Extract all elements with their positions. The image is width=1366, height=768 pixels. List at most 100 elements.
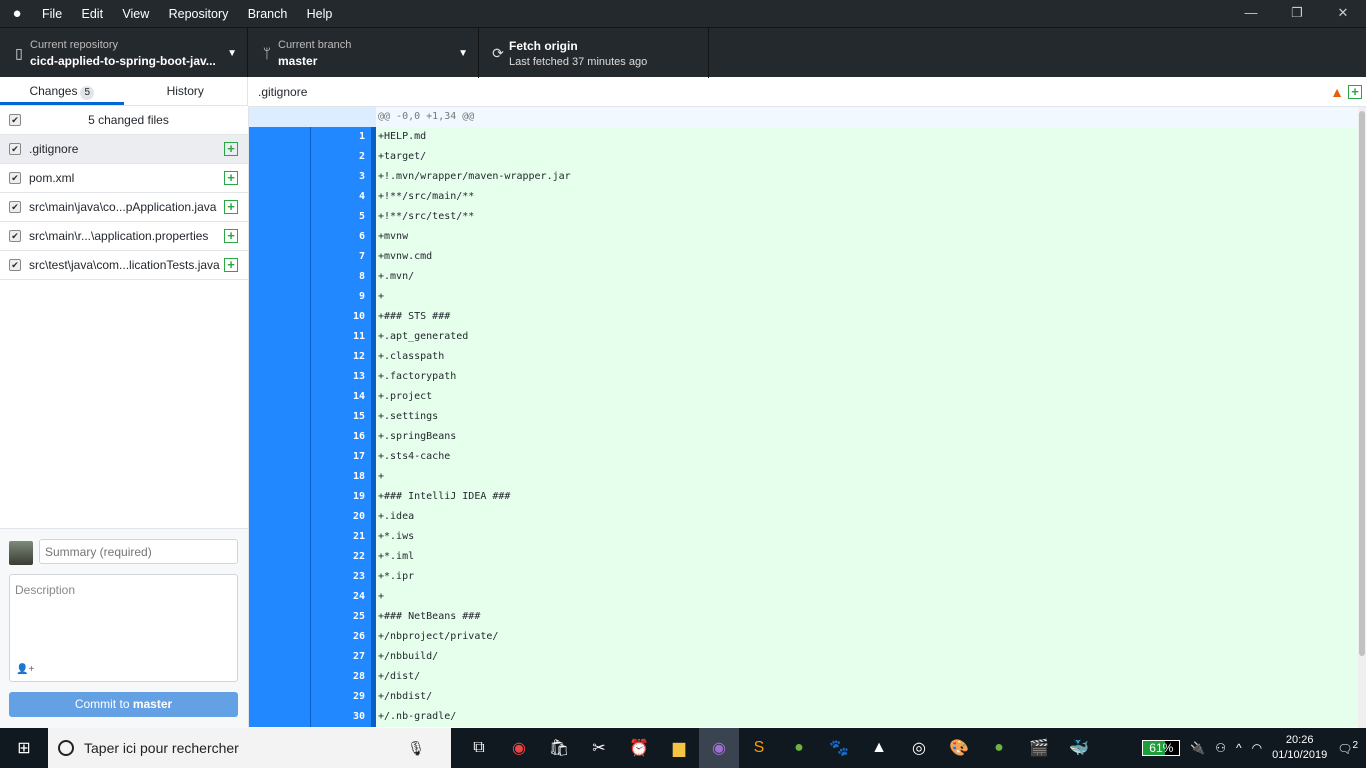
old-line-number[interactable] — [249, 567, 311, 587]
task-view-icon[interactable]: ⧉ — [459, 728, 499, 768]
commit-button[interactable]: Commit to master — [9, 692, 238, 717]
diff-scrollbar[interactable] — [1358, 107, 1366, 728]
add-coauthor-icon[interactable]: 👤+ — [16, 664, 34, 675]
taskbar-search[interactable]: Taper ici pour rechercher 🎙 — [48, 728, 451, 768]
old-line-number[interactable] — [249, 227, 311, 247]
old-line-number[interactable] — [249, 427, 311, 447]
new-line-number[interactable]: 1 — [311, 127, 371, 147]
file-item[interactable]: ✔ pom.xml + — [0, 164, 248, 193]
wifi-icon[interactable]: ◠ — [1252, 741, 1262, 755]
new-line-number[interactable]: 26 — [311, 627, 371, 647]
current-repository-button[interactable]: ▯ Current repository cicd-applied-to-spri… — [0, 28, 248, 78]
tab-changes[interactable]: Changes 5 — [0, 77, 124, 105]
old-line-number[interactable] — [249, 287, 311, 307]
video-editor-icon[interactable]: 🎬 — [1019, 728, 1059, 768]
fetch-origin-button[interactable]: ⟳ Fetch origin Last fetched 37 minutes ag… — [479, 28, 709, 78]
docker-icon[interactable]: 🐳 — [1059, 728, 1099, 768]
old-line-number[interactable] — [249, 247, 311, 267]
restore-icon[interactable]: ❐ — [1274, 0, 1320, 26]
file-item[interactable]: ✔ .gitignore + — [0, 135, 248, 164]
current-branch-button[interactable]: ᛘ Current branch master ▼ — [248, 28, 479, 78]
file-checkbox[interactable]: ✔ — [9, 230, 21, 242]
close-icon[interactable]: ✕ — [1320, 0, 1366, 26]
spring-tool-icon-2[interactable]: ● — [979, 728, 1019, 768]
github-desktop-icon[interactable]: ◉ — [699, 728, 739, 768]
old-line-number[interactable] — [249, 507, 311, 527]
obs-icon[interactable]: ◎ — [899, 728, 939, 768]
new-line-number[interactable]: 28 — [311, 667, 371, 687]
file-checkbox[interactable]: ✔ — [9, 201, 21, 213]
summary-input[interactable] — [39, 539, 238, 564]
old-line-number[interactable] — [249, 367, 311, 387]
old-line-number[interactable] — [249, 127, 311, 147]
chrome-icon[interactable]: ◉ — [499, 728, 539, 768]
old-line-number[interactable] — [249, 467, 311, 487]
new-line-number[interactable]: 6 — [311, 227, 371, 247]
old-line-number[interactable] — [249, 167, 311, 187]
notifications-icon[interactable]: 🗨2 — [1337, 740, 1358, 756]
new-line-number[interactable]: 23 — [311, 567, 371, 587]
old-line-number[interactable] — [249, 607, 311, 627]
old-line-number[interactable] — [249, 707, 311, 727]
file-checkbox[interactable]: ✔ — [9, 143, 21, 155]
new-line-number[interactable]: 21 — [311, 527, 371, 547]
new-line-number[interactable]: 27 — [311, 647, 371, 667]
chevron-up-icon[interactable]: ^ — [1236, 741, 1242, 755]
inkscape-icon[interactable]: ▲ — [859, 728, 899, 768]
old-line-number[interactable] — [249, 547, 311, 567]
menu-repository[interactable]: Repository — [169, 7, 229, 21]
people-icon[interactable]: ⚇ — [1215, 741, 1226, 755]
old-line-number[interactable] — [249, 527, 311, 547]
file-explorer-icon[interactable]: ▆ — [659, 728, 699, 768]
new-line-number[interactable]: 30 — [311, 707, 371, 727]
microphone-icon[interactable]: 🎙 — [407, 740, 425, 757]
old-line-number[interactable] — [249, 667, 311, 687]
description-input[interactable]: Description 👤+ — [9, 574, 238, 682]
new-line-number[interactable]: 18 — [311, 467, 371, 487]
menu-edit[interactable]: Edit — [82, 7, 104, 21]
file-checkbox[interactable]: ✔ — [9, 259, 21, 271]
new-line-number[interactable]: 12 — [311, 347, 371, 367]
select-all-checkbox[interactable]: ✔ — [9, 114, 21, 126]
old-line-number[interactable] — [249, 327, 311, 347]
old-line-number[interactable] — [249, 387, 311, 407]
new-line-number[interactable]: 11 — [311, 327, 371, 347]
old-line-number[interactable] — [249, 207, 311, 227]
old-line-number[interactable] — [249, 487, 311, 507]
app-icon[interactable]: ✂ — [579, 728, 619, 768]
tab-history[interactable]: History — [124, 77, 248, 105]
scrollbar-thumb[interactable] — [1359, 111, 1365, 656]
menu-branch[interactable]: Branch — [248, 7, 288, 21]
file-item[interactable]: ✔ src\test\java\com...licationTests.java + — [0, 251, 248, 280]
file-item[interactable]: ✔ src\main\java\co...pApplication.java + — [0, 193, 248, 222]
old-line-number[interactable] — [249, 627, 311, 647]
old-line-number[interactable] — [249, 347, 311, 367]
new-line-number[interactable]: 13 — [311, 367, 371, 387]
windows-start-icon[interactable]: ⊞ — [0, 738, 48, 758]
old-line-number[interactable] — [249, 187, 311, 207]
file-checkbox[interactable]: ✔ — [9, 172, 21, 184]
old-line-number[interactable] — [249, 647, 311, 667]
store-icon[interactable]: 🛍 — [539, 728, 579, 768]
new-line-number[interactable]: 9 — [311, 287, 371, 307]
old-line-number[interactable] — [249, 447, 311, 467]
sublime-text-icon[interactable]: S — [739, 728, 779, 768]
old-line-number[interactable] — [249, 407, 311, 427]
new-line-number[interactable]: 17 — [311, 447, 371, 467]
new-line-number[interactable]: 2 — [311, 147, 371, 167]
paint-icon[interactable]: 🎨 — [939, 728, 979, 768]
new-line-number[interactable]: 4 — [311, 187, 371, 207]
new-line-number[interactable]: 20 — [311, 507, 371, 527]
new-line-number[interactable]: 29 — [311, 687, 371, 707]
new-line-number[interactable]: 8 — [311, 267, 371, 287]
clock-app-icon[interactable]: ⏰ — [619, 728, 659, 768]
clock[interactable]: 20:26 01/10/2019 — [1272, 733, 1327, 763]
old-line-number[interactable] — [249, 307, 311, 327]
spring-tool-icon[interactable]: ● — [779, 728, 819, 768]
battery-indicator[interactable]: 61% — [1142, 740, 1181, 756]
new-line-number[interactable]: 15 — [311, 407, 371, 427]
new-line-number[interactable]: 7 — [311, 247, 371, 267]
new-line-number[interactable]: 16 — [311, 427, 371, 447]
old-line-number[interactable] — [249, 147, 311, 167]
new-line-number[interactable]: 14 — [311, 387, 371, 407]
